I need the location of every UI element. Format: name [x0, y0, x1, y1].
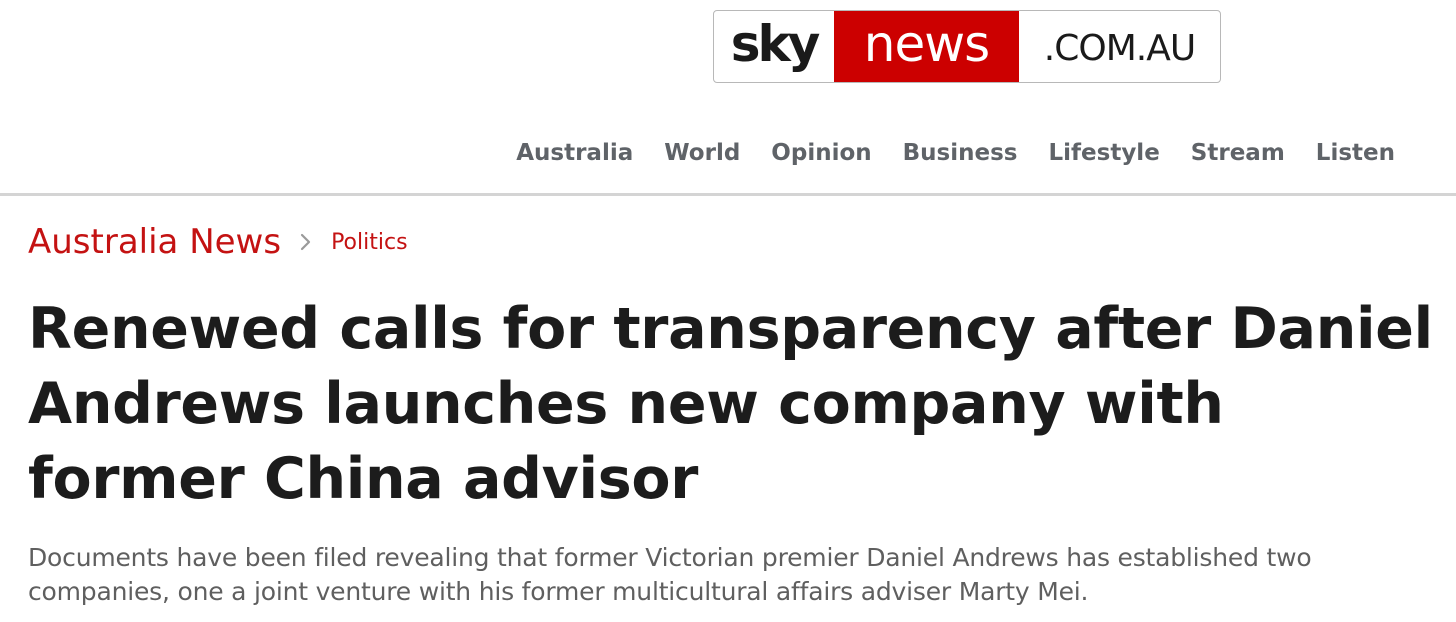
- logo-news-text: news: [834, 11, 1019, 82]
- nav-item-listen[interactable]: Listen: [1316, 140, 1395, 166]
- article-standfirst: Documents have been filed revealing that…: [28, 543, 1312, 606]
- logo-sky-text: sky: [730, 14, 821, 73]
- chevron-right-icon: [299, 230, 313, 254]
- nav-item-business[interactable]: Business: [903, 140, 1018, 166]
- article-headline: Renewed calls for transparency after Dan…: [28, 296, 1433, 512]
- breadcrumb: Australia News Politics: [28, 222, 408, 262]
- breadcrumb-subsection-link[interactable]: Politics: [331, 230, 407, 255]
- page: sky news .COM.AU Australia World Opinion…: [0, 0, 1456, 622]
- nav-item-stream[interactable]: Stream: [1191, 140, 1285, 166]
- nav-item-opinion[interactable]: Opinion: [771, 140, 871, 166]
- breadcrumb-section-link[interactable]: Australia News: [28, 222, 281, 262]
- nav-item-lifestyle[interactable]: Lifestyle: [1048, 140, 1159, 166]
- nav-item-world[interactable]: World: [664, 140, 740, 166]
- logo-domain-text: .COM.AU: [1043, 28, 1196, 69]
- sky-news-logo[interactable]: sky news .COM.AU: [713, 10, 1221, 83]
- nav-divider: [0, 193, 1456, 196]
- nav-item-australia[interactable]: Australia: [516, 140, 633, 166]
- main-nav: Australia World Opinion Business Lifesty…: [516, 140, 1395, 166]
